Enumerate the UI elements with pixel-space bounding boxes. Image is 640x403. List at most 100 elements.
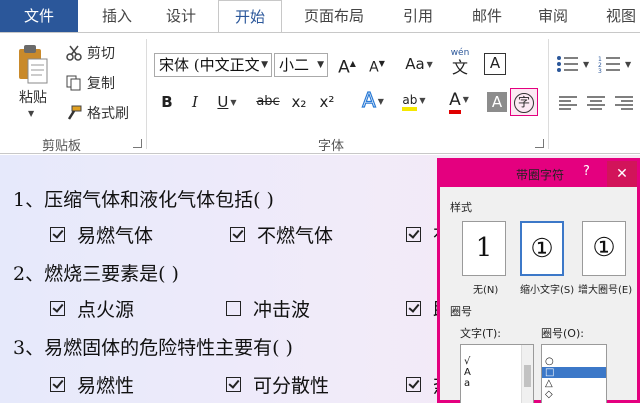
superscript-button[interactable]: x² bbox=[316, 91, 338, 113]
ring-list-label: 圈号(O): bbox=[541, 327, 584, 340]
align-right-icon[interactable] bbox=[614, 95, 634, 111]
bullets-icon[interactable]: ▼ bbox=[556, 55, 592, 73]
option-label: 可分散性 bbox=[253, 375, 330, 397]
checkbox-checked-icon[interactable] bbox=[230, 227, 245, 242]
shrink-font-icon: A bbox=[369, 59, 379, 76]
enclose-characters-icon: 字 bbox=[514, 93, 534, 113]
phonetic-guide-button[interactable]: wén 文 bbox=[446, 47, 474, 79]
dialog-title-bar[interactable]: 带圈字符 ? ✕ bbox=[440, 161, 637, 187]
align-left-icon[interactable] bbox=[558, 95, 578, 111]
option-q1-a[interactable]: 易燃气体 bbox=[50, 221, 153, 248]
ring-listbox[interactable]: ○ □ △ ◇ bbox=[541, 344, 607, 403]
text-effects-icon: A bbox=[361, 88, 376, 112]
character-border-button[interactable]: A bbox=[484, 53, 506, 75]
style-enlarge-caption: 增大圈号(E) bbox=[578, 285, 633, 296]
help-icon[interactable]: ? bbox=[583, 164, 590, 179]
font-launcher-icon[interactable] bbox=[535, 139, 544, 148]
ribbon-home: 粘贴 ▼ 剪切 复制 格式刷 剪贴板 宋体 (中文正文 ▼ 小二 ▼ A▲ A▼… bbox=[0, 32, 640, 154]
close-icon[interactable]: ✕ bbox=[607, 161, 637, 187]
change-case-button[interactable]: Aa ▼ bbox=[402, 53, 436, 75]
option-q1-b[interactable]: 不燃气体 bbox=[230, 221, 333, 248]
svg-text:▼: ▼ bbox=[625, 60, 632, 69]
group-separator bbox=[548, 39, 549, 149]
font-color-button[interactable]: A ▼ bbox=[442, 89, 476, 114]
option-q2-b[interactable]: 冲击波 bbox=[226, 295, 310, 322]
checkbox-checked-icon[interactable] bbox=[226, 377, 241, 392]
character-shading-button[interactable]: A bbox=[487, 92, 507, 112]
underline-button[interactable]: U ▼ bbox=[212, 91, 242, 113]
checkbox-checked-icon[interactable] bbox=[406, 377, 421, 392]
text-listbox[interactable]: √ A a bbox=[460, 344, 534, 403]
paste-button[interactable]: 粘贴 bbox=[14, 43, 52, 107]
bold-button[interactable]: B bbox=[158, 91, 176, 113]
enclose-characters-button[interactable]: 字 bbox=[510, 88, 538, 116]
dialog-title: 带圈字符 bbox=[516, 168, 565, 182]
style-enlarge-symbol-option[interactable]: ① bbox=[582, 221, 626, 276]
option-q3-a[interactable]: 易燃性 bbox=[50, 371, 134, 398]
superscript-icon: x² bbox=[319, 93, 335, 111]
font-name-dropdown-icon[interactable]: ▼ bbox=[259, 54, 268, 76]
list-item[interactable] bbox=[542, 345, 606, 356]
checkbox-unchecked-icon[interactable] bbox=[226, 301, 241, 316]
highlight-button[interactable]: ab ▼ bbox=[396, 89, 432, 111]
font-name-combo[interactable]: 宋体 (中文正文 ▼ bbox=[154, 53, 272, 77]
paste-icon bbox=[19, 45, 48, 84]
option-label: 冲击波 bbox=[253, 299, 311, 321]
style-enlarge-preview: ① bbox=[592, 233, 616, 263]
option-q3-b[interactable]: 可分散性 bbox=[226, 371, 329, 398]
subscript-button[interactable]: x₂ bbox=[288, 91, 310, 113]
checkbox-checked-icon[interactable] bbox=[50, 227, 65, 242]
checkbox-checked-icon[interactable] bbox=[50, 301, 65, 316]
character-border-icon: A bbox=[489, 54, 501, 72]
style-shrink-text-option[interactable]: ① bbox=[520, 221, 564, 276]
format-painter-button[interactable]: 格式刷 bbox=[66, 103, 129, 123]
italic-button[interactable]: I bbox=[186, 91, 204, 113]
option-label: 不燃气体 bbox=[257, 225, 334, 247]
tab-home[interactable]: 开始 bbox=[218, 0, 282, 33]
tab-review[interactable]: 审阅 bbox=[524, 0, 582, 32]
list-item[interactable]: △ bbox=[542, 378, 606, 389]
scrollbar-thumb[interactable] bbox=[524, 365, 531, 387]
list-item-selected[interactable]: □ bbox=[542, 367, 606, 378]
subscript-icon: x₂ bbox=[291, 93, 307, 111]
ring-section-label: 圈号 bbox=[450, 305, 472, 318]
list-item[interactable]: ○ bbox=[542, 356, 606, 367]
text-effects-button[interactable]: A ▼ bbox=[356, 88, 390, 112]
tab-file[interactable]: 文件 bbox=[0, 0, 78, 32]
font-size-value: 小二 bbox=[279, 56, 310, 74]
strikethrough-button[interactable]: abc bbox=[254, 91, 282, 113]
tab-design[interactable]: 设计 bbox=[150, 0, 212, 32]
checkbox-checked-icon[interactable] bbox=[50, 377, 65, 392]
clipboard-launcher-icon[interactable] bbox=[133, 139, 142, 148]
cut-button[interactable]: 剪切 bbox=[66, 43, 115, 63]
style-none-option[interactable]: 1 bbox=[462, 221, 506, 276]
grow-font-button[interactable]: A▲ bbox=[337, 53, 357, 78]
tab-insert[interactable]: 插入 bbox=[88, 0, 146, 32]
paste-label: 粘贴 bbox=[19, 90, 47, 106]
svg-text:3: 3 bbox=[598, 68, 602, 73]
option-q2-a[interactable]: 点火源 bbox=[50, 295, 134, 322]
character-shading-icon: A bbox=[491, 93, 503, 111]
font-size-combo[interactable]: 小二 ▼ bbox=[274, 53, 328, 77]
style-shrink-caption: 缩小文字(S) bbox=[520, 285, 575, 296]
tab-references[interactable]: 引用 bbox=[390, 0, 446, 32]
tab-view[interactable]: 视图 bbox=[592, 0, 640, 32]
text-list-scrollbar[interactable] bbox=[521, 345, 533, 403]
font-color-icon: A bbox=[449, 90, 461, 114]
align-center-icon[interactable] bbox=[586, 95, 606, 111]
paste-dropdown-icon[interactable]: ▼ bbox=[28, 109, 34, 118]
style-shrink-preview: ① bbox=[530, 234, 554, 264]
shrink-font-button[interactable]: A▼ bbox=[367, 53, 387, 76]
svg-text:▼: ▼ bbox=[583, 60, 590, 69]
tab-mailings[interactable]: 邮件 bbox=[458, 0, 516, 32]
font-size-dropdown-icon[interactable]: ▼ bbox=[317, 54, 324, 76]
list-item[interactable]: ◇ bbox=[542, 389, 606, 400]
numbering-icon[interactable]: 1 2 3 ▼ bbox=[598, 55, 638, 73]
cut-label: 剪切 bbox=[87, 46, 115, 62]
tab-page-layout[interactable]: 页面布局 bbox=[288, 0, 380, 32]
copy-button[interactable]: 复制 bbox=[66, 73, 115, 93]
grow-font-icon: A bbox=[338, 57, 350, 78]
option-label: 易燃性 bbox=[77, 375, 135, 397]
checkbox-checked-icon[interactable] bbox=[406, 227, 421, 242]
checkbox-checked-icon[interactable] bbox=[406, 301, 421, 316]
